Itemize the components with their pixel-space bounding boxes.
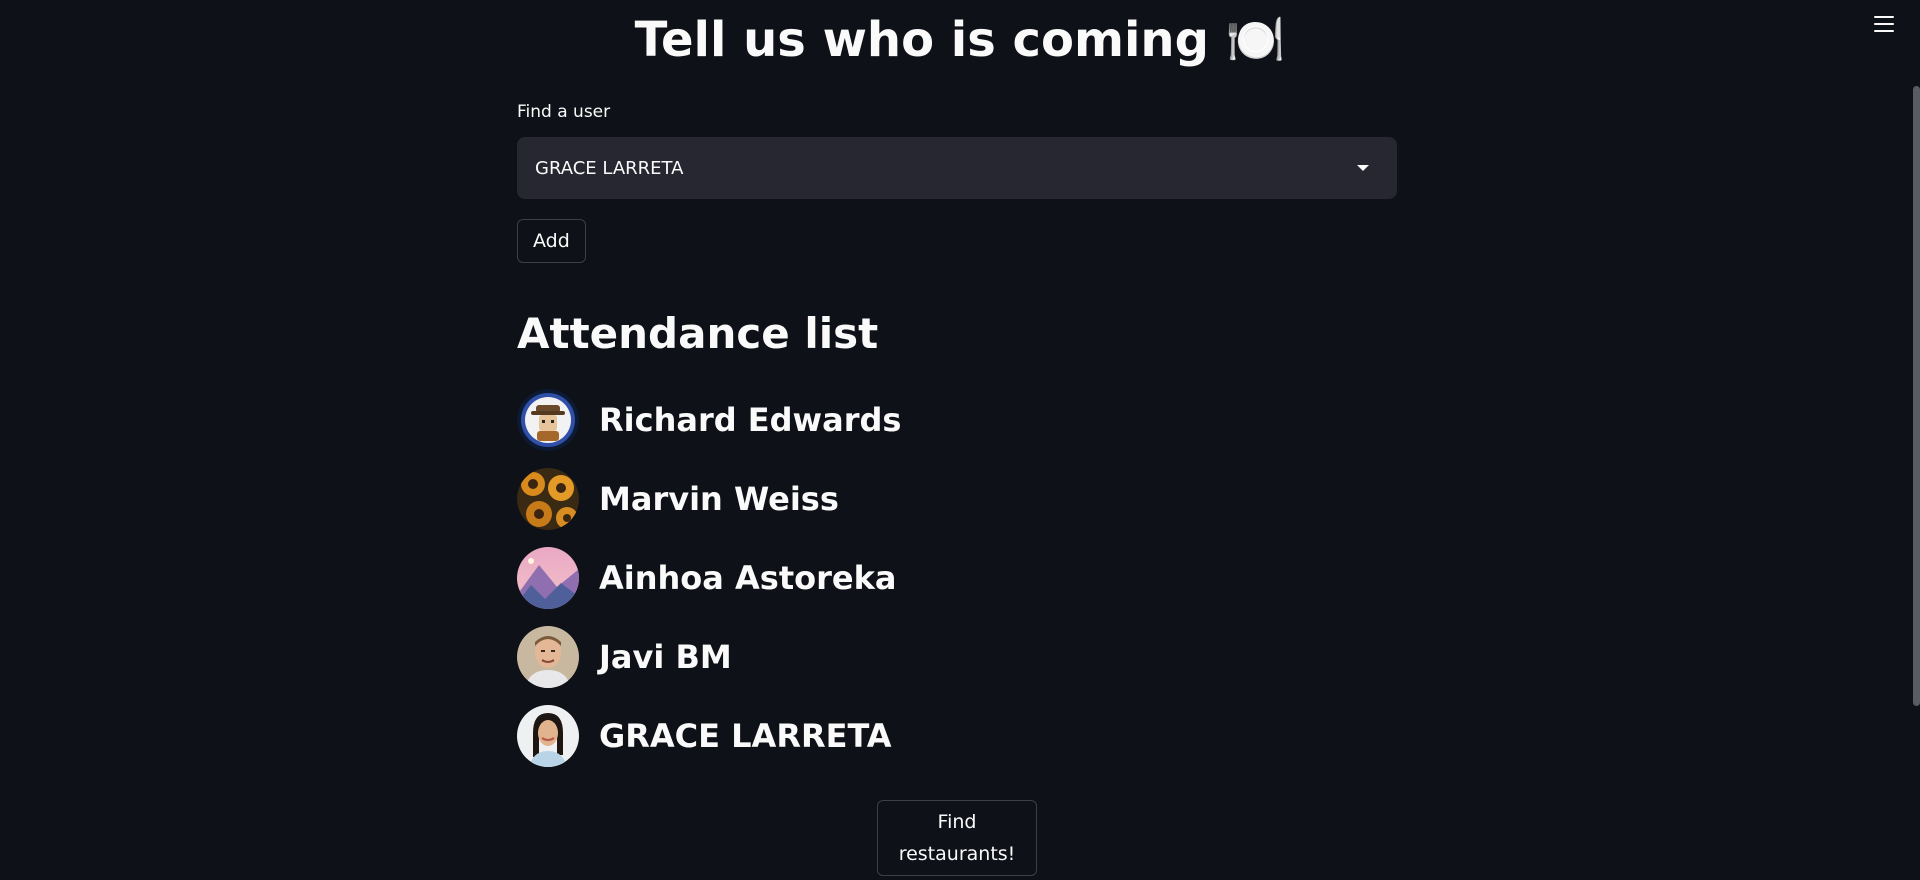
attendee-name: Javi BM xyxy=(599,638,732,676)
attendee-item: Javi BM xyxy=(517,626,732,688)
attendee-item: Ainhoa Astoreka xyxy=(517,547,896,609)
attendee-name: GRACE LARRETA xyxy=(599,717,892,755)
man-photo-avatar xyxy=(517,626,579,688)
woman-photo-avatar xyxy=(517,705,579,767)
attendee-item: Marvin Weiss xyxy=(517,468,839,530)
caret-down-icon xyxy=(1357,165,1369,171)
cartoon-man-hat-avatar xyxy=(517,389,579,451)
page-title: Tell us who is coming 🍽️ xyxy=(634,12,1286,68)
attendance-list-heading: Attendance list xyxy=(517,309,879,358)
attendee-name: Marvin Weiss xyxy=(599,480,839,518)
sunflowers-avatar xyxy=(517,468,579,530)
add-button[interactable]: Add xyxy=(517,219,586,263)
scrollbar[interactable] xyxy=(1913,86,1920,706)
attendee-item: Richard Edwards xyxy=(517,389,901,451)
find-user-label: Find a user xyxy=(517,102,611,122)
app-root: Tell us who is coming 🍽️ Find a user GRA… xyxy=(0,0,1920,880)
attendee-name: Ainhoa Astoreka xyxy=(599,559,897,597)
find-restaurants-button[interactable]: Find restaurants! xyxy=(877,800,1037,876)
user-select[interactable]: GRACE LARRETA xyxy=(517,137,1397,199)
mountain-sunset-avatar xyxy=(517,547,579,609)
user-select-value: GRACE LARRETA xyxy=(535,157,684,179)
attendee-item: GRACE LARRETA xyxy=(517,705,892,767)
attendee-name: Richard Edwards xyxy=(599,401,902,439)
